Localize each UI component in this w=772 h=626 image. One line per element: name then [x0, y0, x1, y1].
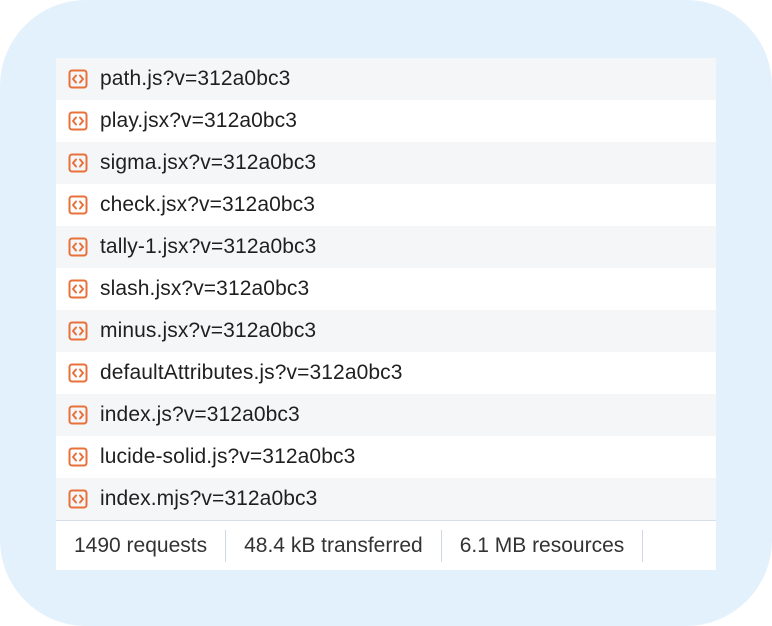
script-file-icon [68, 279, 88, 299]
request-row[interactable]: defaultAttributes.js?v=312a0bc3 [56, 352, 716, 394]
resources-size: 6.1 MB resources [459, 533, 625, 557]
request-count: 1490 requests [74, 533, 208, 557]
network-request-panel: path.js?v=312a0bc3 play.jsx?v=312a0bc3 s… [56, 58, 716, 570]
script-file-icon [68, 153, 88, 173]
transferred-size: 48.4 kB transferred [244, 533, 423, 557]
script-file-icon [68, 237, 88, 257]
network-summary-bar: 1490 requests 48.4 kB transferred 6.1 MB… [56, 520, 716, 570]
request-row[interactable]: path.js?v=312a0bc3 [56, 58, 716, 100]
script-file-icon [68, 69, 88, 89]
script-file-icon [68, 111, 88, 131]
request-name: sigma.jsx?v=312a0bc3 [100, 151, 317, 174]
request-list: path.js?v=312a0bc3 play.jsx?v=312a0bc3 s… [56, 58, 716, 520]
script-file-icon [68, 405, 88, 425]
request-row[interactable]: tally-1.jsx?v=312a0bc3 [56, 226, 716, 268]
request-row[interactable]: minus.jsx?v=312a0bc3 [56, 310, 716, 352]
request-name: index.mjs?v=312a0bc3 [100, 487, 318, 510]
summary-divider [642, 529, 644, 562]
request-name: path.js?v=312a0bc3 [100, 67, 291, 90]
request-name: lucide-solid.js?v=312a0bc3 [100, 445, 356, 468]
request-row[interactable]: check.jsx?v=312a0bc3 [56, 184, 716, 226]
request-row[interactable]: index.js?v=312a0bc3 [56, 394, 716, 436]
request-name: slash.jsx?v=312a0bc3 [100, 277, 310, 300]
script-file-icon [68, 363, 88, 383]
window-frame: path.js?v=312a0bc3 play.jsx?v=312a0bc3 s… [0, 0, 772, 626]
request-name: check.jsx?v=312a0bc3 [100, 193, 316, 216]
script-file-icon [68, 447, 88, 467]
request-name: index.js?v=312a0bc3 [100, 403, 300, 426]
request-name: defaultAttributes.js?v=312a0bc3 [100, 361, 403, 384]
script-file-icon [68, 489, 88, 509]
script-file-icon [68, 321, 88, 341]
request-name: tally-1.jsx?v=312a0bc3 [100, 235, 317, 258]
request-row[interactable]: play.jsx?v=312a0bc3 [56, 100, 716, 142]
request-row[interactable]: slash.jsx?v=312a0bc3 [56, 268, 716, 310]
request-name: minus.jsx?v=312a0bc3 [100, 319, 317, 342]
request-row[interactable]: lucide-solid.js?v=312a0bc3 [56, 436, 716, 478]
request-row[interactable]: index.mjs?v=312a0bc3 [56, 478, 716, 520]
request-name: play.jsx?v=312a0bc3 [100, 109, 298, 132]
request-row[interactable]: sigma.jsx?v=312a0bc3 [56, 142, 716, 184]
script-file-icon [68, 195, 88, 215]
